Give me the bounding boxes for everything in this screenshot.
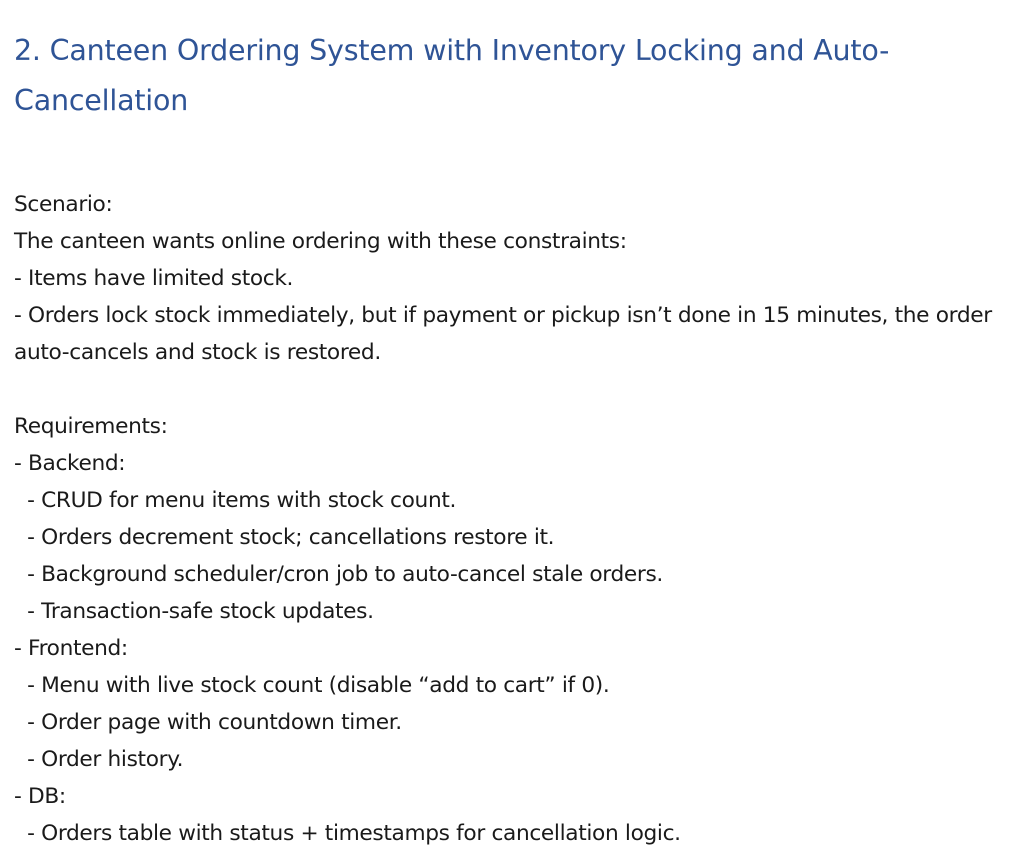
- section-heading: 2. Canteen Ordering System with Inventor…: [14, 26, 1014, 126]
- document-page: 2. Canteen Ordering System with Inventor…: [14, 26, 1014, 852]
- db-label: - DB:: [14, 784, 66, 809]
- scenario-label: Scenario:: [14, 192, 113, 217]
- requirements-label: Requirements:: [14, 414, 168, 439]
- frontend-item: - Order page with countdown timer.: [14, 710, 402, 735]
- backend-item: - Orders decrement stock; cancellations …: [14, 525, 555, 550]
- frontend-item: - Order history.: [14, 747, 184, 772]
- scenario-intro: The canteen wants online ordering with t…: [14, 229, 627, 254]
- backend-item: - CRUD for menu items with stock count.: [14, 488, 457, 513]
- constraint-item: - Items have limited stock.: [14, 266, 294, 291]
- backend-label: - Backend:: [14, 451, 126, 476]
- frontend-label: - Frontend:: [14, 636, 128, 661]
- backend-item: - Transaction-safe stock updates.: [14, 599, 374, 624]
- db-item: - Orders table with status + timestamps …: [14, 821, 681, 846]
- constraint-item: - Orders lock stock immediately, but if …: [14, 303, 992, 365]
- backend-item: - Background scheduler/cron job to auto-…: [14, 562, 663, 587]
- heading-line-2: Cancellation: [14, 84, 189, 117]
- heading-line-1: 2. Canteen Ordering System with Inventor…: [14, 34, 890, 67]
- frontend-item: - Menu with live stock count (disable “a…: [14, 673, 610, 698]
- document-body: Scenario: The canteen wants online order…: [14, 186, 1014, 852]
